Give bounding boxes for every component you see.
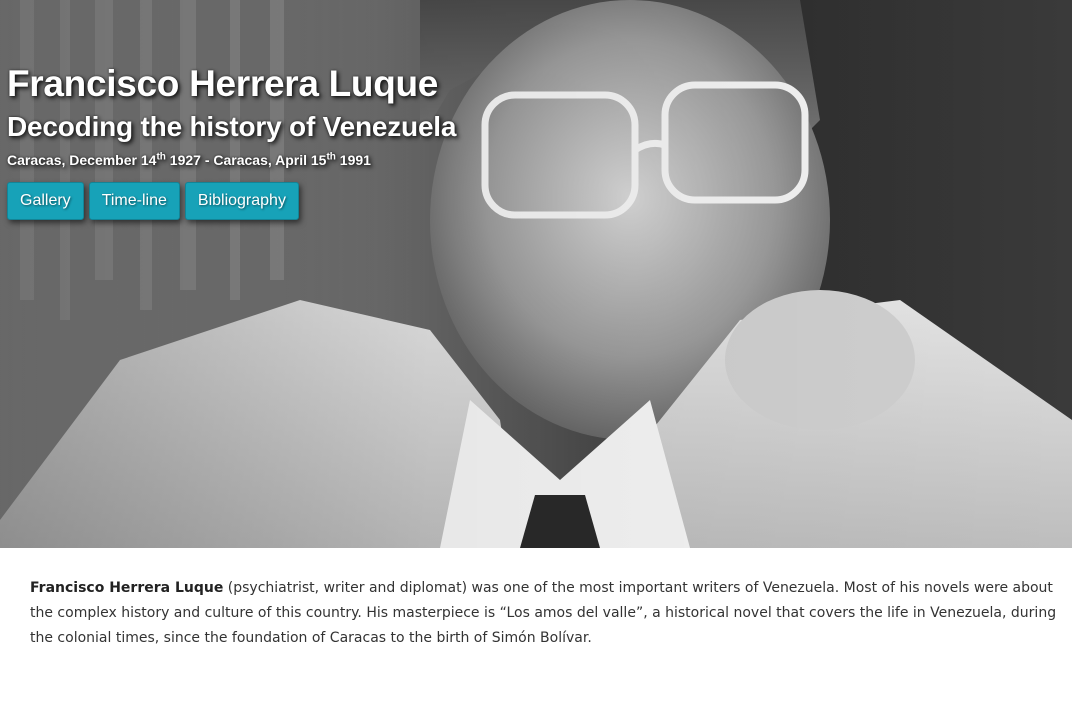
death-year-text: 1991 xyxy=(335,152,371,168)
timeline-button[interactable]: Time-line xyxy=(88,182,180,220)
gallery-button[interactable]: Gallery xyxy=(7,182,84,220)
birth-ordinal: th xyxy=(156,151,166,163)
page-title: Francisco Herrera Luque xyxy=(7,63,439,104)
nav-button-group: Gallery Time-line Bibliography xyxy=(7,182,456,220)
hero-text-block: Francisco Herrera Luque Decoding the his… xyxy=(7,60,456,220)
bibliography-button[interactable]: Bibliography xyxy=(184,182,299,220)
page-subtitle: Decoding the history of Venezuela xyxy=(7,111,457,142)
death-date-text: 1927 - Caracas, April 15 xyxy=(165,152,327,168)
intro-name: Francisco Herrera Luque xyxy=(30,580,224,596)
intro-paragraph: Francisco Herrera Luque (psychiatrist, w… xyxy=(30,576,1070,651)
death-ordinal: th xyxy=(326,151,336,163)
life-dates: Caracas, December 14th 1927 - Caracas, A… xyxy=(7,150,456,170)
birth-date-text: Caracas, December 14 xyxy=(7,152,157,168)
hero-section: Francisco Herrera Luque Decoding the his… xyxy=(0,0,1072,548)
